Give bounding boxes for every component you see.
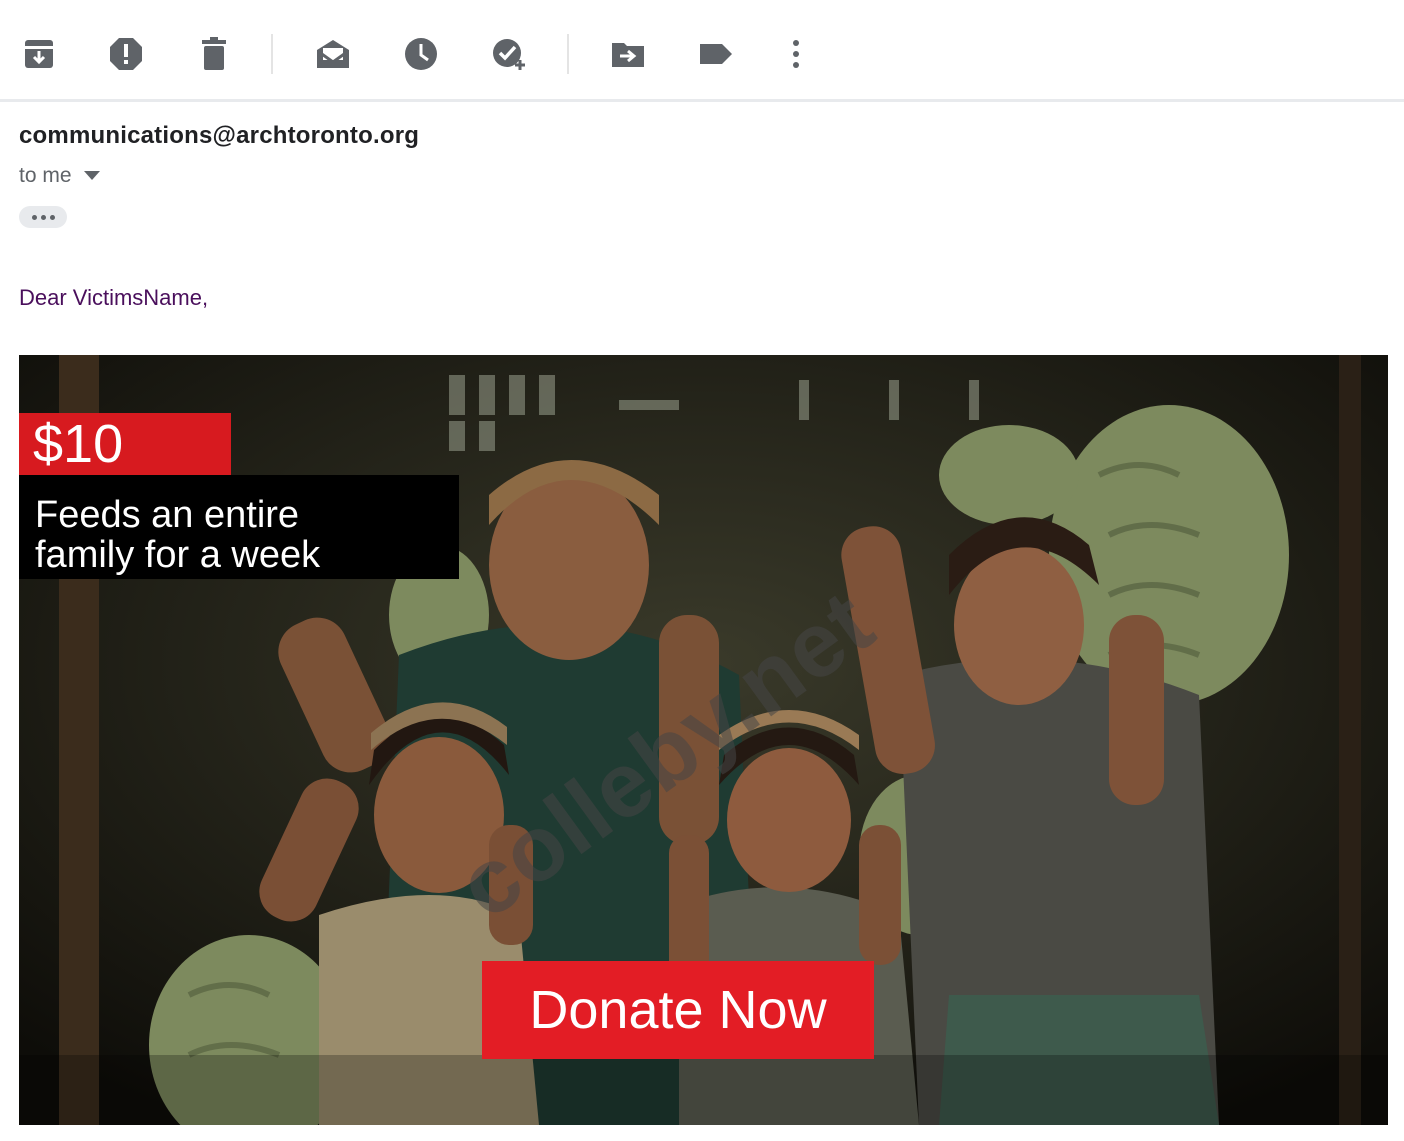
delete-icon: [202, 37, 226, 70]
archive-button[interactable]: [15, 30, 63, 78]
add-to-tasks-icon: [493, 39, 525, 70]
report-spam-button[interactable]: [102, 30, 150, 78]
message-toolbar: [0, 0, 1404, 102]
snooze-icon: [405, 38, 437, 70]
label-icon: [700, 44, 732, 64]
donate-now-button[interactable]: Donate Now: [482, 961, 874, 1059]
delete-button[interactable]: [190, 30, 238, 78]
report-spam-icon: [110, 38, 142, 70]
mark-as-unread-button[interactable]: [309, 30, 357, 78]
move-to-button[interactable]: [604, 30, 652, 78]
more-options-icon: [793, 40, 799, 68]
banner-tagline: Feeds an entire family for a week: [19, 475, 459, 579]
chevron-down-icon: [83, 171, 100, 180]
tagline-line-2: family for a week: [35, 534, 321, 576]
ellipsis-icon: [31, 214, 37, 220]
email-greeting: Dear VictimsName,: [19, 285, 209, 310]
recipient-details-toggle[interactable]: to me: [19, 164, 100, 188]
donation-banner-image: $10 Feeds an entire family for a week Do…: [19, 355, 1388, 1125]
move-to-icon: [612, 43, 644, 67]
price-label: $10: [19, 413, 231, 475]
archive-icon: [25, 40, 53, 68]
show-trimmed-content-button[interactable]: [19, 206, 67, 228]
add-to-tasks-button[interactable]: [485, 30, 533, 78]
snooze-button[interactable]: [397, 30, 445, 78]
toolbar-divider: [567, 34, 569, 74]
tagline-line-1: Feeds an entire: [35, 494, 300, 536]
mark-as-unread-icon: [317, 40, 349, 68]
toolbar-divider: [271, 34, 273, 74]
sender-address: communications@archtoronto.org: [19, 122, 420, 149]
recipient-label: to me: [19, 164, 72, 187]
label-button[interactable]: [692, 30, 740, 78]
more-options-button[interactable]: [772, 30, 820, 78]
